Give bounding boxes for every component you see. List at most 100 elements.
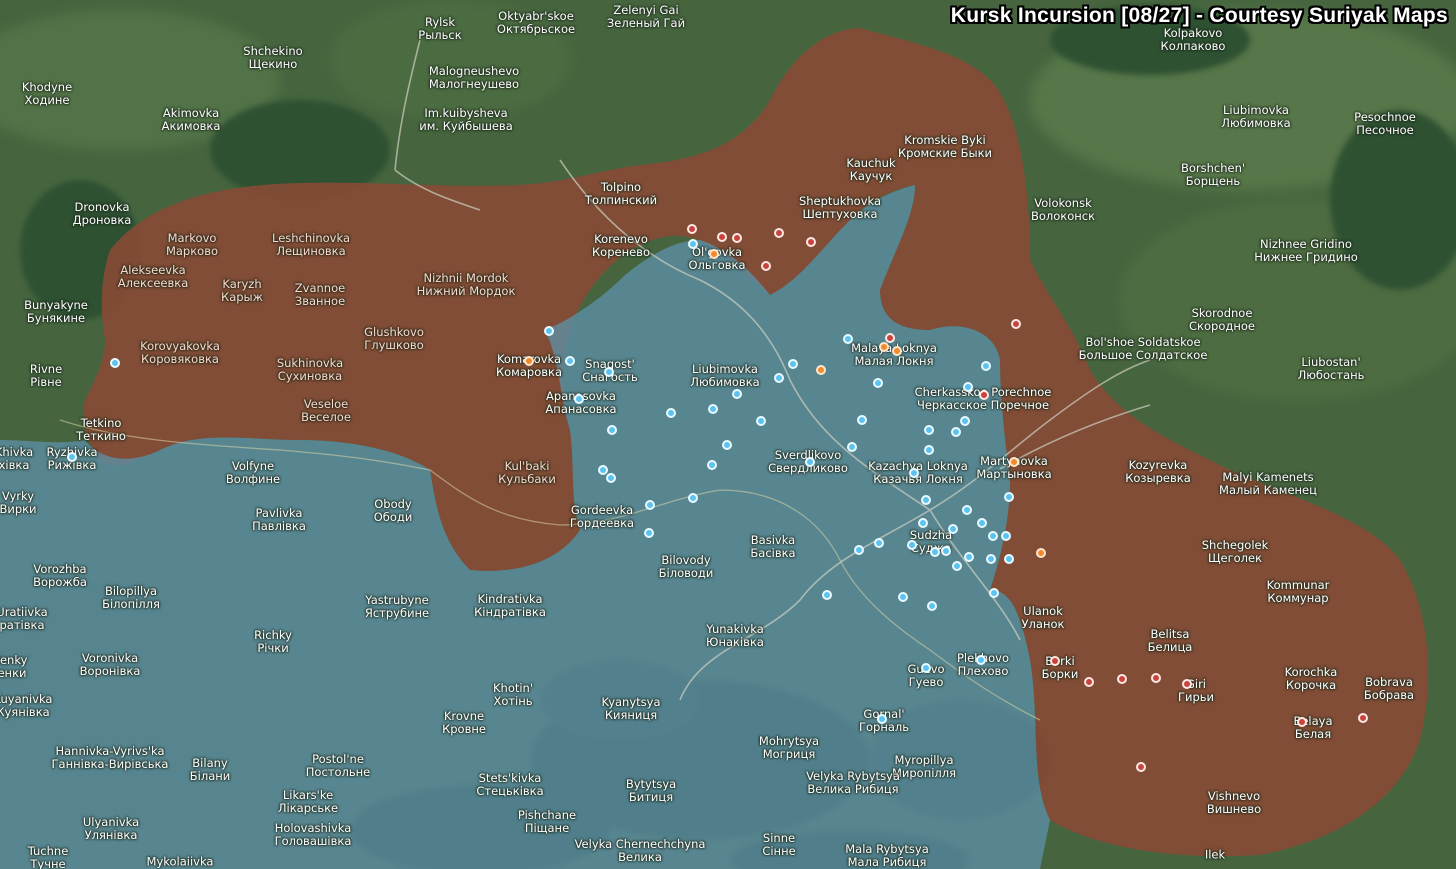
position-marker[interactable] <box>1001 531 1011 541</box>
position-marker[interactable] <box>709 249 719 259</box>
position-marker[interactable] <box>909 468 919 478</box>
position-marker[interactable] <box>644 528 654 538</box>
position-marker[interactable] <box>877 714 887 724</box>
position-marker[interactable] <box>843 334 853 344</box>
position-marker[interactable] <box>924 445 934 455</box>
position-marker[interactable] <box>964 552 974 562</box>
position-marker[interactable] <box>805 457 815 467</box>
position-marker[interactable] <box>988 531 998 541</box>
position-marker[interactable] <box>524 356 534 366</box>
position-marker[interactable] <box>873 378 883 388</box>
position-marker[interactable] <box>892 346 902 356</box>
position-marker[interactable] <box>645 500 655 510</box>
settlement-label: Kolpakovo Колпаково <box>1160 26 1226 53</box>
position-marker[interactable] <box>989 588 999 598</box>
settlement-label: Belitsa Белица <box>1147 627 1193 654</box>
position-marker[interactable] <box>1050 656 1060 666</box>
settlement-label: Mohrytsya Могриця <box>758 734 820 761</box>
position-marker[interactable] <box>822 590 832 600</box>
position-marker[interactable] <box>732 233 742 243</box>
position-marker[interactable] <box>941 546 951 556</box>
settlement-label: Nizhnii Mordok Нижний Мордок <box>416 271 516 298</box>
position-marker[interactable] <box>921 663 931 673</box>
position-marker[interactable] <box>927 601 937 611</box>
position-marker[interactable] <box>963 382 973 392</box>
settlement-label: KuyanivkaКуянівка <box>0 692 53 719</box>
position-marker[interactable] <box>857 415 867 425</box>
settlement-label: Malogneushevo Малогнеушево <box>428 64 520 91</box>
position-marker[interactable] <box>110 358 120 368</box>
position-marker[interactable] <box>666 408 676 418</box>
position-marker[interactable] <box>952 561 962 571</box>
position-marker[interactable] <box>606 473 616 483</box>
settlement-label: Yastrubyne Яструбине <box>364 593 430 620</box>
settlement-label: Kauchuk Каучук <box>846 156 896 183</box>
position-marker[interactable] <box>574 394 584 404</box>
position-marker[interactable] <box>722 440 732 450</box>
position-marker[interactable] <box>885 333 895 343</box>
position-marker[interactable] <box>1036 548 1046 558</box>
position-marker[interactable] <box>761 261 771 271</box>
position-marker[interactable] <box>607 425 617 435</box>
position-marker[interactable] <box>907 540 917 550</box>
position-marker[interactable] <box>707 460 717 470</box>
position-marker[interactable] <box>1004 554 1014 564</box>
position-marker[interactable] <box>924 425 934 435</box>
position-marker[interactable] <box>921 495 931 505</box>
position-marker[interactable] <box>604 367 614 377</box>
position-marker[interactable] <box>930 547 940 557</box>
position-marker[interactable] <box>854 545 864 555</box>
position-marker[interactable] <box>976 655 986 665</box>
position-marker[interactable] <box>979 390 989 400</box>
position-marker[interactable] <box>1004 492 1014 502</box>
position-marker[interactable] <box>1009 457 1019 467</box>
map-canvas[interactable]: Rylsk Рыльск Oktyabr'skoe Октябрьское Zele… <box>0 0 1456 869</box>
position-marker[interactable] <box>1011 319 1021 329</box>
settlement-label: Myropillya Миропілля <box>891 753 957 780</box>
position-marker[interactable] <box>986 554 996 564</box>
position-marker[interactable] <box>1084 677 1094 687</box>
position-marker[interactable] <box>847 442 857 452</box>
position-marker[interactable] <box>1117 674 1127 684</box>
position-marker[interactable] <box>1358 713 1368 723</box>
position-marker[interactable] <box>918 518 928 528</box>
position-marker[interactable] <box>1182 679 1192 689</box>
settlement-label: Glushkovo Глушково <box>364 325 424 352</box>
position-marker[interactable] <box>708 404 718 414</box>
settlement-label: Ienkyенки <box>0 653 28 680</box>
position-marker[interactable] <box>879 342 889 352</box>
position-marker[interactable] <box>898 592 908 602</box>
position-marker[interactable] <box>806 237 816 247</box>
settlement-label: Liubostan' Любостань <box>1297 355 1365 382</box>
position-marker[interactable] <box>960 416 970 426</box>
settlement-label: Rivne Рівне <box>29 362 63 389</box>
position-marker[interactable] <box>774 228 784 238</box>
position-marker[interactable] <box>774 373 784 383</box>
position-marker[interactable] <box>756 416 766 426</box>
position-marker[interactable] <box>977 518 987 528</box>
position-marker[interactable] <box>788 359 798 369</box>
position-marker[interactable] <box>948 524 958 534</box>
settlement-label: Bol'shoe Soldatskoe Большое Солдатское <box>1078 335 1208 362</box>
settlement-label: Richky Річки <box>254 628 292 655</box>
position-marker[interactable] <box>565 356 575 366</box>
settlement-label: Postol'ne Постольне <box>305 752 371 779</box>
position-marker[interactable] <box>717 232 727 242</box>
position-marker[interactable] <box>732 389 742 399</box>
position-marker[interactable] <box>67 452 77 462</box>
position-marker[interactable] <box>544 326 554 336</box>
position-marker[interactable] <box>874 538 884 548</box>
position-marker[interactable] <box>951 427 961 437</box>
settlement-label: Kromskie Byki Кромские Быки <box>897 133 993 160</box>
position-marker[interactable] <box>1151 673 1161 683</box>
position-marker[interactable] <box>962 505 972 515</box>
position-marker[interactable] <box>1136 762 1146 772</box>
settlement-label: Kyanytsya Кияниця <box>601 695 661 722</box>
position-marker[interactable] <box>687 224 697 234</box>
position-marker[interactable] <box>688 493 698 503</box>
position-marker[interactable] <box>816 365 826 375</box>
position-marker[interactable] <box>981 361 991 371</box>
position-marker[interactable] <box>1297 717 1307 727</box>
position-marker[interactable] <box>688 239 698 249</box>
settlement-label: Bilopillya Білопілля <box>102 584 160 611</box>
